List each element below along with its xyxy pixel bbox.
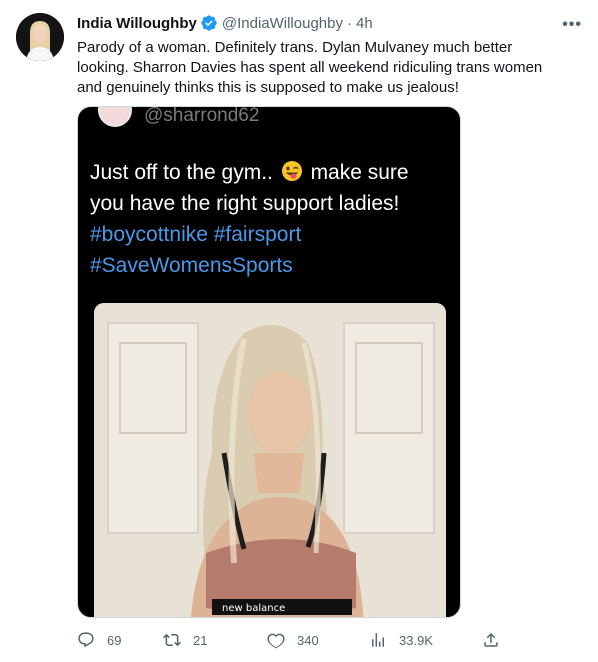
views-button[interactable]: 33.9K — [369, 631, 433, 649]
bra-brand-label: new balance — [222, 603, 285, 614]
winking-tongue-emoji-icon — [281, 161, 302, 181]
embedded-text: Just off to the gym.. make sure you have… — [90, 157, 450, 281]
author-handle[interactable]: @IndiaWilloughby — [222, 15, 343, 32]
tweet-text: Parody of a woman. Definitely trans. Dyl… — [77, 39, 543, 96]
verified-badge-icon — [200, 14, 218, 32]
retweet-button[interactable]: 21 — [163, 631, 207, 649]
heart-icon — [267, 633, 285, 649]
embedded-line-1a: Just off to the gym.. — [90, 161, 273, 184]
tweet-content: India Willoughby @IndiaWilloughby · 4h •… — [77, 12, 584, 98]
tweet-header: India Willoughby @IndiaWilloughby · 4h — [77, 12, 584, 34]
tweet-actions: 69 21 340 33.9K — [77, 631, 507, 651]
analytics-icon — [372, 633, 384, 647]
embedded-hashtags-1[interactable]: #boycottnike #fairsport — [90, 219, 450, 250]
embedded-hashtags-2[interactable]: #SaveWomensSports — [90, 250, 450, 281]
tweet: India Willoughby @IndiaWilloughby · 4h •… — [0, 0, 598, 662]
like-button[interactable]: 340 — [267, 631, 319, 649]
more-options-icon[interactable]: ••• — [562, 16, 582, 34]
embedded-line-1b: make sure — [310, 161, 409, 184]
embedded-photo: new balance — [94, 303, 446, 617]
share-icon — [484, 632, 498, 647]
embedded-line-1: Just off to the gym.. make sure — [90, 157, 450, 188]
tweet-media[interactable]: @sharrond62 Just off to the gym.. make s… — [77, 106, 461, 618]
views-count: 33.9K — [399, 632, 433, 648]
author-display-name[interactable]: India Willoughby — [77, 15, 197, 32]
separator-dot: · — [346, 14, 352, 32]
reply-count: 69 — [107, 632, 122, 648]
embedded-avatar — [98, 107, 132, 127]
retweet-count: 21 — [193, 632, 208, 648]
author-avatar[interactable] — [16, 13, 64, 61]
retweet-icon — [163, 633, 181, 647]
tweet-timestamp[interactable]: 4h — [356, 15, 373, 32]
embedded-handle: @sharrond62 — [144, 106, 260, 126]
reply-icon — [78, 632, 94, 648]
like-count: 340 — [297, 632, 319, 648]
reply-button[interactable]: 69 — [77, 631, 121, 649]
embedded-line-2: you have the right support ladies! — [90, 192, 400, 215]
share-button[interactable] — [482, 631, 500, 649]
